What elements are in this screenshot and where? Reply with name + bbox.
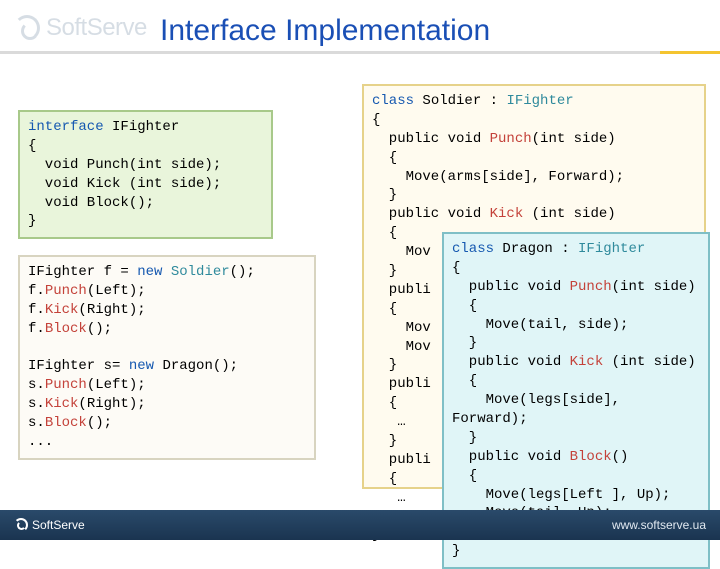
footer-bar: SoftServe www.softserve.ua bbox=[0, 510, 720, 540]
code-interface-box: interface IFighter { void Punch(int side… bbox=[18, 110, 273, 239]
title-accent-bar bbox=[0, 51, 720, 54]
footer-logo: SoftServe bbox=[14, 518, 85, 532]
slide-title: Interface Implementation bbox=[160, 14, 490, 48]
footer-url: www.softserve.ua bbox=[612, 518, 706, 532]
logo-swirl-icon bbox=[14, 15, 40, 41]
footer-swirl-icon bbox=[14, 518, 28, 532]
footer-brand-name: SoftServe bbox=[32, 518, 85, 532]
code-usage-box: IFighter f = new Soldier(); f.Punch(Left… bbox=[18, 255, 316, 460]
brand-name: SoftServe bbox=[46, 14, 147, 42]
brand-logo-top: SoftServe bbox=[14, 14, 147, 42]
